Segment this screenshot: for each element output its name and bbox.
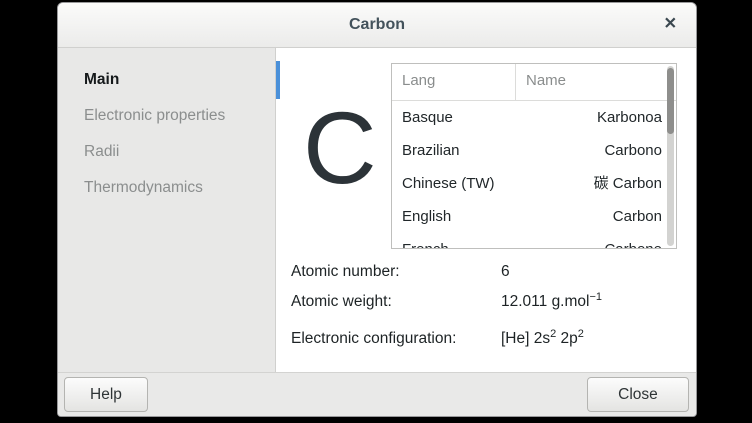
main-content: C Lang Name Basque Karbonoa Brazilian Ca…: [276, 48, 696, 372]
cell-name: Carbono: [604, 134, 676, 167]
table-row[interactable]: Brazilian Carbono: [392, 134, 676, 167]
element-symbol: C: [303, 97, 377, 199]
action-bar: Help Close: [58, 372, 696, 416]
property-value: 12.011 g.mol−1: [501, 293, 602, 310]
names-table[interactable]: Lang Name Basque Karbonoa Brazilian Carb…: [391, 63, 677, 249]
property-label: Electronic configuration:: [291, 330, 501, 348]
cell-lang: Brazilian: [392, 134, 604, 167]
window-title: Carbon: [349, 16, 405, 34]
table-row[interactable]: English Carbon: [392, 200, 676, 233]
table-scrollbar[interactable]: [667, 66, 674, 246]
titlebar[interactable]: Carbon ✕: [58, 3, 696, 48]
property-value: [He] 2s2 2p2: [501, 330, 584, 347]
cell-lang: English: [392, 200, 613, 233]
vertical-scrollbar[interactable]: [276, 61, 280, 99]
cell-name: Carbone: [604, 233, 676, 249]
dialog-body: Main Electronic properties Radii Thermod…: [58, 48, 696, 372]
table-scrollbar-thumb[interactable]: [667, 68, 674, 134]
table-row[interactable]: Chinese (TW) 碳 Carbon: [392, 167, 676, 200]
cell-name: Karbonoa: [597, 101, 676, 134]
table-row[interactable]: French Carbone: [392, 233, 676, 249]
cell-lang: French: [392, 233, 604, 249]
property-value: 6: [501, 263, 510, 280]
sidebar-item-thermodynamics[interactable]: Thermodynamics: [58, 170, 275, 206]
sidebar: Main Electronic properties Radii Thermod…: [58, 48, 276, 372]
property-atomic-number: Atomic number:6: [291, 263, 510, 281]
cell-lang: Basque: [392, 101, 597, 134]
property-electronic-configuration: Electronic configuration:[He] 2s2 2p2: [291, 330, 584, 348]
table-header: Lang Name: [392, 64, 676, 101]
close-icon[interactable]: ✕: [662, 17, 679, 33]
column-header-lang[interactable]: Lang: [392, 64, 515, 100]
sidebar-item-electronic-properties[interactable]: Electronic properties: [58, 98, 275, 134]
column-header-name[interactable]: Name: [515, 64, 676, 100]
property-label: Atomic number:: [291, 263, 501, 281]
sidebar-item-main[interactable]: Main: [58, 62, 275, 98]
element-dialog: Carbon ✕ Main Electronic properties Radi…: [57, 2, 697, 417]
cell-lang: Chinese (TW): [392, 167, 594, 200]
close-button[interactable]: Close: [587, 377, 689, 412]
help-button[interactable]: Help: [64, 377, 148, 412]
property-label: Atomic weight:: [291, 293, 501, 311]
cell-name: 碳 Carbon: [594, 167, 676, 200]
sidebar-item-radii[interactable]: Radii: [58, 134, 275, 170]
table-row[interactable]: Basque Karbonoa: [392, 101, 676, 134]
property-atomic-weight: Atomic weight:12.011 g.mol−1: [291, 293, 602, 311]
